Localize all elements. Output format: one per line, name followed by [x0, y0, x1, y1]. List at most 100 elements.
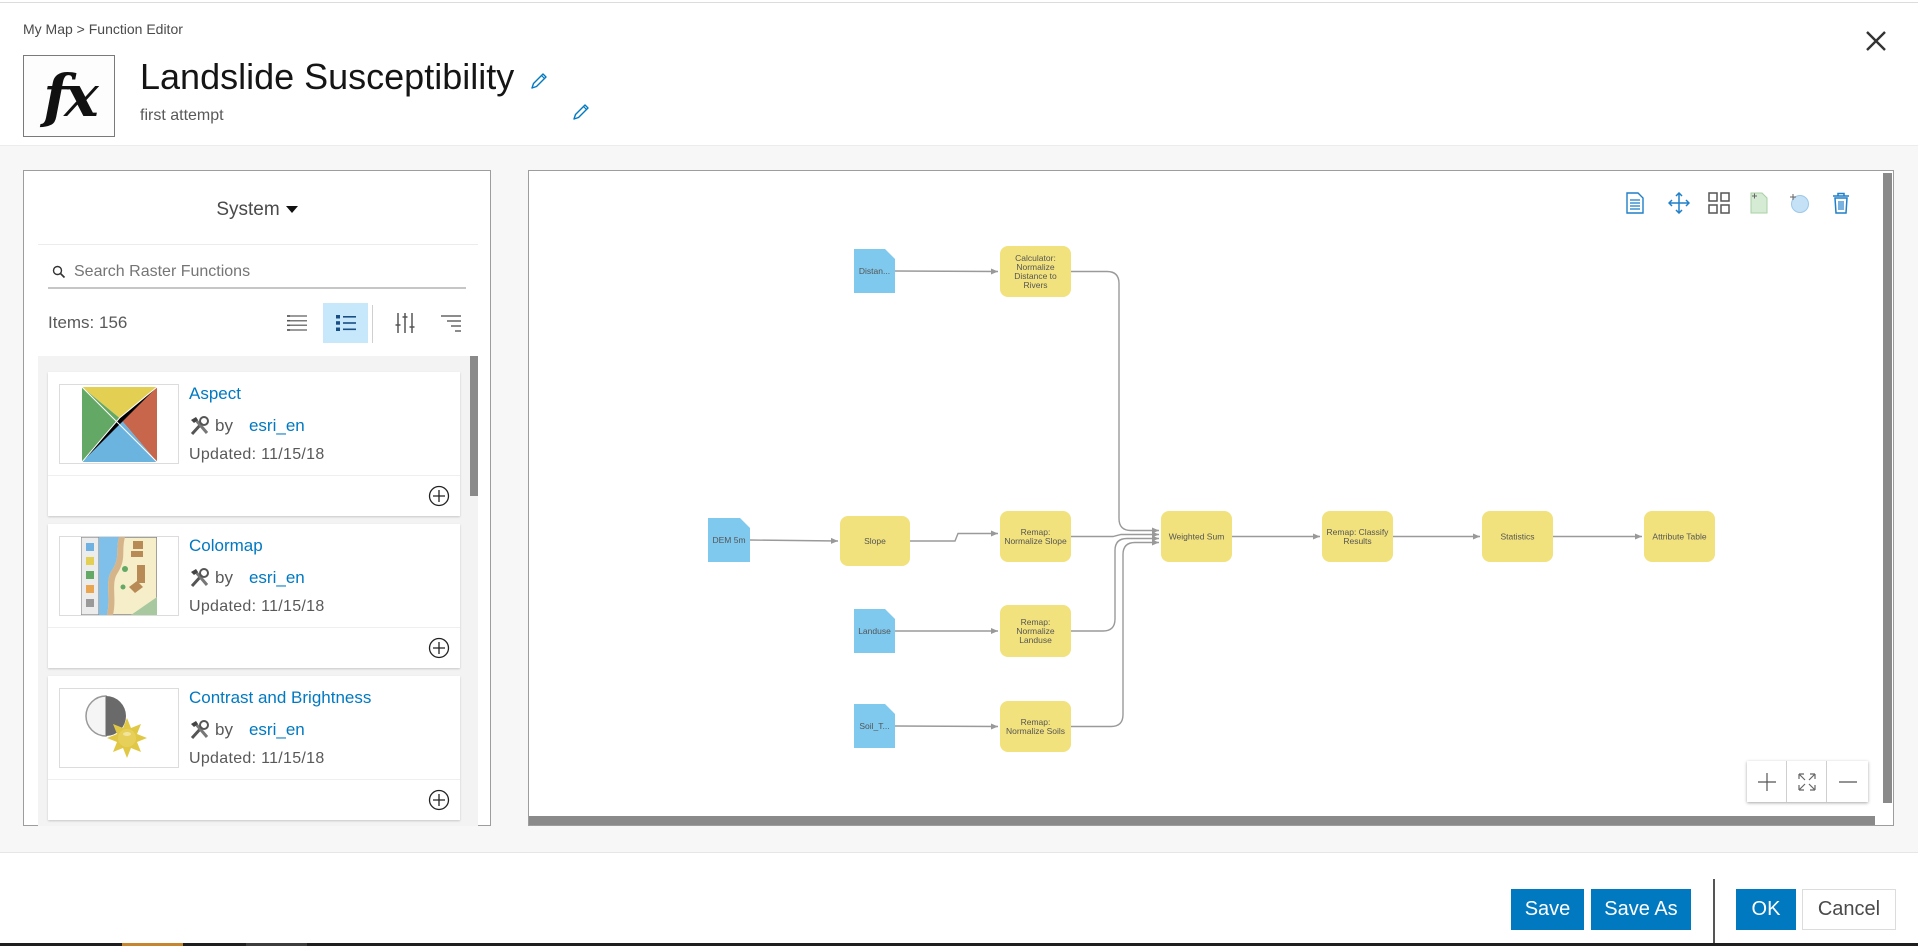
edit-title-pencil-icon[interactable]	[529, 71, 549, 91]
function-node[interactable]: Calculator:NormalizeDistance toRivers	[1000, 246, 1071, 297]
node-label: Results	[1343, 536, 1371, 546]
node-label: Rivers	[1023, 280, 1047, 290]
list-icon	[286, 315, 307, 331]
save-as-button[interactable]: Save As	[1591, 889, 1691, 930]
properties-button[interactable]	[1621, 189, 1649, 217]
canvas-vertical-scrollbar[interactable]	[1883, 173, 1892, 803]
source-dropdown[interactable]: System	[24, 199, 490, 221]
byline: by esri_en	[189, 416, 305, 436]
add-function-icon[interactable]	[428, 637, 450, 659]
raster-input-node[interactable]: Soil_T...	[854, 704, 895, 748]
pan-button[interactable]	[1665, 189, 1693, 217]
zoom-out-button[interactable]	[1827, 761, 1868, 802]
tools-icon	[190, 568, 209, 588]
raster-function-gallery: System Items: 156	[23, 170, 491, 826]
function-node[interactable]: Slope	[840, 516, 910, 566]
detailed-list-view-button[interactable]	[323, 303, 368, 343]
add-scalar-variable-button[interactable]	[1785, 189, 1813, 217]
function-node[interactable]: Remap:NormalizeLanduse	[1000, 605, 1071, 657]
search-toolbar: Items: 156	[38, 244, 478, 356]
function-name-link[interactable]: Contrast and Brightness	[189, 688, 371, 708]
owner-link[interactable]: esri_en	[249, 416, 305, 436]
caret-down-icon	[285, 206, 298, 214]
sort-button[interactable]	[428, 303, 473, 343]
compact-list-view-button[interactable]	[274, 303, 319, 343]
list-item[interactable]: Contrast and Brightness by esri_en Updat…	[48, 676, 460, 820]
footer-divider	[1713, 879, 1715, 944]
diagram-edge[interactable]	[1071, 531, 1159, 538]
auto-layout-button[interactable]	[1705, 189, 1733, 217]
search-input[interactable]	[74, 263, 454, 281]
fx-function-icon: fx	[23, 55, 115, 137]
list-scrollbar[interactable]	[470, 356, 478, 496]
cancel-button[interactable]: Cancel	[1802, 889, 1896, 930]
close-icon[interactable]	[1864, 29, 1888, 53]
tools-icon	[190, 416, 209, 436]
updated-date: Updated: 11/15/18	[189, 750, 325, 767]
page-title: Landslide Susceptibility	[140, 56, 515, 97]
diagram-edge[interactable]	[1071, 270, 1159, 534]
node-label: Normalize Slope	[1004, 536, 1067, 546]
list-item[interactable]: Aspect by esri_en Updated: 11/15/18	[48, 372, 460, 516]
by-label: by	[215, 720, 233, 739]
save-button[interactable]: Save	[1511, 889, 1584, 930]
card-divider	[48, 779, 460, 780]
add-raster-variable-button[interactable]	[1745, 189, 1773, 217]
aspect-thumbnail	[59, 384, 179, 464]
owner-link[interactable]: esri_en	[249, 568, 305, 588]
colormap-thumbnail	[59, 536, 179, 616]
raster-input-node[interactable]: Landuse	[854, 609, 895, 653]
tools-icon	[190, 720, 209, 740]
owner-link[interactable]: esri_en	[249, 720, 305, 740]
add-function-icon[interactable]	[428, 789, 450, 811]
by-label: by	[215, 568, 233, 587]
raster-input-node[interactable]: DEM 5m	[708, 518, 750, 562]
node-label: DEM 5m	[712, 535, 745, 545]
diagram-edge[interactable]	[894, 268, 999, 275]
diagram-edge[interactable]	[749, 537, 839, 544]
contrast-brightness-icon	[85, 695, 147, 758]
function-node[interactable]: Remap:Normalize Soils	[1000, 701, 1071, 752]
raster-input-node[interactable]: Distan...	[854, 249, 895, 293]
function-list: Aspect by esri_en Updated: 11/15/18 Colo…	[38, 356, 478, 826]
function-node[interactable]: Remap:Normalize Slope	[1000, 511, 1071, 562]
zoom-in-button[interactable]	[1747, 761, 1787, 802]
function-node[interactable]: Weighted Sum	[1161, 511, 1232, 562]
updated-date: Updated: 11/15/18	[189, 598, 325, 615]
diagram-edge[interactable]	[1071, 535, 1159, 632]
node-label: Soil_T...	[859, 721, 889, 731]
node-label: Distan...	[859, 266, 890, 276]
function-node[interactable]: Statistics	[1482, 511, 1553, 562]
node-label: Slope	[864, 536, 886, 546]
edit-description-pencil-icon[interactable]	[571, 102, 591, 122]
node-label: Landuse	[858, 626, 891, 636]
function-chain-canvas[interactable]: Distan... Calculator: Normalize Distance to…	[528, 170, 1894, 826]
diagram-edge[interactable]	[910, 530, 998, 542]
add-raster-variable-icon	[1750, 192, 1768, 214]
function-name-link[interactable]: Aspect	[189, 384, 241, 404]
page-description: first attempt	[140, 107, 224, 124]
node-label: Normalize Soils	[1006, 726, 1065, 736]
source-dropdown-label: System	[216, 199, 280, 220]
canvas-horizontal-scrollbar[interactable]	[529, 816, 1875, 825]
node-label: Landuse	[1019, 635, 1052, 645]
fx-icon-text: fx	[43, 62, 98, 130]
function-name-link[interactable]: Colormap	[189, 536, 263, 556]
colormap-icon	[81, 537, 157, 615]
node-label: Weighted Sum	[1169, 532, 1225, 542]
toolbar-divider	[372, 305, 373, 343]
dialog-footer: Save Save As OK Cancel	[0, 852, 1918, 944]
grid-layout-icon	[1708, 192, 1730, 214]
list-item[interactable]: Colormap by esri_en Updated: 11/15/18	[48, 524, 460, 668]
add-function-icon[interactable]	[428, 485, 450, 507]
diagram-edge[interactable]	[894, 723, 999, 730]
function-node[interactable]: Attribute Table	[1644, 511, 1715, 562]
byline: by esri_en	[189, 568, 305, 588]
zoom-to-fit-button[interactable]	[1787, 761, 1827, 802]
search-icon	[52, 265, 66, 279]
delete-button[interactable]	[1827, 189, 1855, 217]
trash-icon	[1833, 192, 1849, 214]
filter-button[interactable]	[382, 303, 427, 343]
function-node[interactable]: Remap: ClassifyResults	[1322, 511, 1393, 562]
ok-button[interactable]: OK	[1736, 889, 1796, 930]
